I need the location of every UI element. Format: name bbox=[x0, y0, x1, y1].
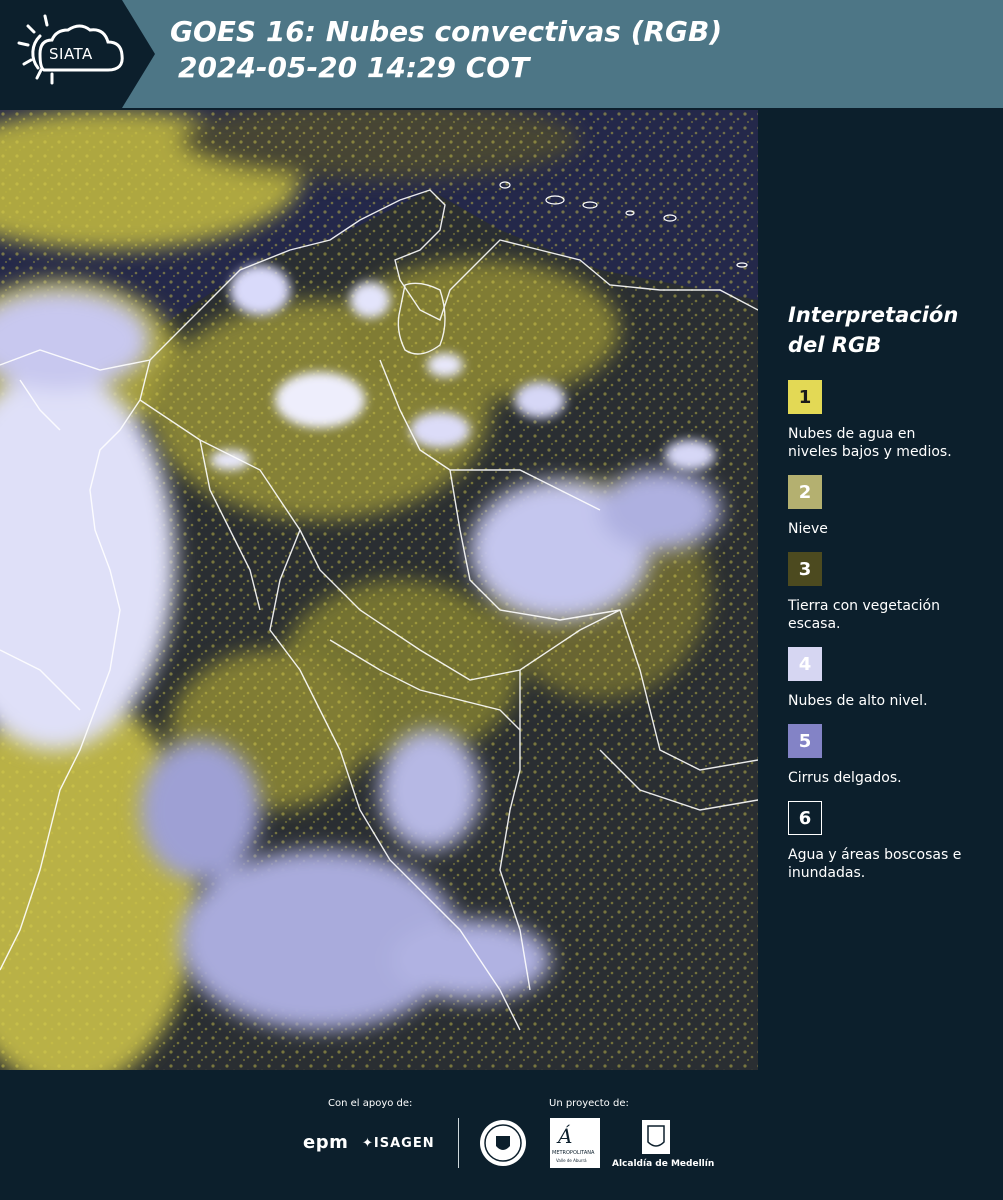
legend-label: Tierra con vegetación escasa. bbox=[788, 598, 940, 632]
isagen-logo-text: ISAGEN bbox=[373, 1136, 435, 1151]
legend-title-line-1: Interpretación bbox=[788, 303, 959, 327]
support-caption: Con el apoyo de: bbox=[328, 1098, 413, 1109]
legend-number: 4 bbox=[798, 653, 812, 675]
isagen-mark-icon: ✦ bbox=[362, 1136, 374, 1151]
rgb-satellite-image bbox=[0, 110, 758, 1070]
legend-swatch: 6 bbox=[788, 801, 822, 835]
area-logo-line-1: METROPOLITANA bbox=[552, 1150, 595, 1156]
legend-swatch: 5 bbox=[788, 724, 822, 758]
legend-item: 4 Nubes de alto nivel. bbox=[788, 647, 993, 710]
legend-number: 5 bbox=[798, 730, 812, 752]
title-line-2: 2024-05-20 14:29 COT bbox=[178, 51, 530, 84]
legend-item: 5 Cirrus delgados. bbox=[788, 724, 993, 787]
legend-number: 3 bbox=[798, 558, 812, 580]
legend-swatch: 1 bbox=[788, 380, 822, 414]
legend-item: 3 Tierra con vegetación escasa. bbox=[788, 552, 993, 633]
alcaldia-crest-icon bbox=[642, 1120, 670, 1154]
project-caption: Un proyecto de: bbox=[549, 1098, 629, 1109]
legend-number: 1 bbox=[798, 386, 812, 408]
header-bar: SIATA GOES 16: Nubes convectivas (RGB) 2… bbox=[0, 0, 1003, 108]
legend-items: 1 Nubes de agua en niveles bajos y medio… bbox=[788, 380, 993, 882]
alcaldia-logo-text: Alcaldía de Medellín bbox=[612, 1159, 715, 1169]
legend-title-line-2: del RGB bbox=[788, 333, 882, 357]
legend-swatch: 4 bbox=[788, 647, 822, 681]
area-logo-line-2: Valle de Aburrá bbox=[556, 1158, 587, 1163]
title-line-1: GOES 16: Nubes convectivas (RGB) bbox=[170, 15, 723, 48]
legend-number: 6 bbox=[798, 807, 812, 829]
legend-label: Nubes de agua en niveles bajos y medios. bbox=[788, 426, 952, 460]
isagen-logo: ✦ISAGEN bbox=[362, 1136, 435, 1151]
siata-logo-text: SIATA bbox=[49, 45, 93, 63]
legend-title: Interpretación del RGB bbox=[788, 300, 993, 360]
legend-item: 6 Agua y áreas boscosas e inundadas. bbox=[788, 801, 993, 882]
legend-swatch: 2 bbox=[788, 475, 822, 509]
legend-item: 2 Nieve bbox=[788, 475, 993, 538]
sponsor-divider bbox=[458, 1118, 459, 1168]
legend-label: Cirrus delgados. bbox=[788, 770, 902, 786]
legend-swatch: 3 bbox=[788, 552, 822, 586]
legend-label: Nieve bbox=[788, 521, 828, 537]
footer-sponsors: Con el apoyo de: Un proyecto de: epm ✦IS… bbox=[0, 1070, 1003, 1200]
seal-icon bbox=[480, 1120, 526, 1166]
epm-logo: epm bbox=[303, 1132, 349, 1153]
satellite-map[interactable] bbox=[0, 110, 758, 1070]
page-title: GOES 16: Nubes convectivas (RGB) 2024-05… bbox=[170, 14, 722, 86]
legend-label: Nubes de alto nivel. bbox=[788, 693, 928, 709]
rgb-legend: Interpretación del RGB 1 Nubes de agua e… bbox=[788, 300, 993, 896]
legend-label: Agua y áreas boscosas e inundadas. bbox=[788, 847, 962, 881]
area-logo-mark-icon: Á bbox=[558, 1124, 573, 1148]
area-metropolitana-logo: Á METROPOLITANA Valle de Aburrá bbox=[550, 1118, 600, 1168]
legend-number: 2 bbox=[798, 481, 812, 503]
legend-item: 1 Nubes de agua en niveles bajos y medio… bbox=[788, 380, 993, 461]
